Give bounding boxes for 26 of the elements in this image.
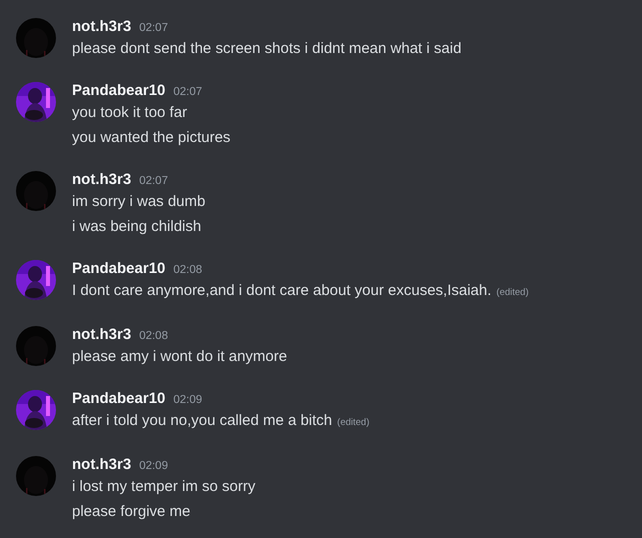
timestamp: 02:07 (173, 85, 202, 100)
message-text: you wanted the pictures (72, 128, 230, 148)
username[interactable]: Pandabear10 (72, 388, 166, 410)
message-text: after i told you no,you called me a bitch (72, 411, 332, 431)
username[interactable]: not.h3r3 (72, 16, 132, 38)
message-text: I dont care anymore,and i dont care about your excuses,Isaiah. (72, 281, 492, 301)
timestamp: 02:08 (173, 263, 202, 278)
timestamp: 02:08 (139, 329, 168, 344)
username[interactable]: Pandabear10 (72, 80, 166, 102)
edited-label: (edited) (337, 416, 370, 430)
edited-label: (edited) (496, 286, 529, 300)
message-text: please dont send the screen shots i didnt mean what i said (72, 39, 462, 59)
message-text: please forgive me (72, 502, 190, 522)
timestamp: 02:09 (173, 393, 202, 408)
timestamp: 02:09 (139, 459, 168, 474)
timestamp: 02:07 (139, 21, 168, 36)
username[interactable]: Pandabear10 (72, 258, 166, 280)
username[interactable]: not.h3r3 (72, 454, 132, 476)
message-text: i lost my temper im so sorry (72, 477, 256, 497)
username[interactable]: not.h3r3 (72, 169, 132, 191)
message-text: i was being childish (72, 217, 202, 237)
timestamp: 02:07 (139, 174, 168, 189)
message-text: please amy i wont do it anymore (72, 347, 288, 367)
message-text: you took it too far (72, 103, 188, 123)
username[interactable]: not.h3r3 (72, 324, 132, 346)
message-text: im sorry i was dumb (72, 192, 206, 212)
